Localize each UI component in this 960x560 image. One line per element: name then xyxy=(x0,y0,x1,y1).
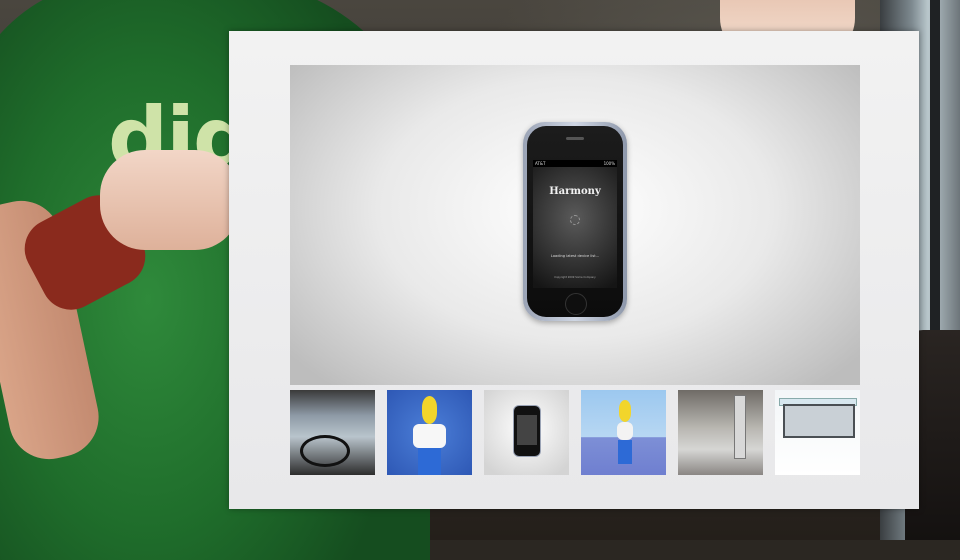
battery: 100% xyxy=(603,161,615,166)
main-preview: AT&T 100% Harmony Loading latest device … xyxy=(290,65,860,385)
footer-text: Copyright 2009 Some Company xyxy=(554,276,596,279)
left-hand xyxy=(100,150,240,250)
steering-wheel-icon xyxy=(300,435,350,467)
thumbnail-house[interactable] xyxy=(775,390,860,475)
iphone-screen: AT&T 100% Harmony Loading latest device … xyxy=(533,160,617,288)
home-button xyxy=(565,293,587,315)
mini-phone-icon xyxy=(513,405,541,457)
thumbnail-strip xyxy=(290,390,860,475)
thumbnail-walking-character[interactable] xyxy=(581,390,666,475)
mini-phone-screen xyxy=(517,415,537,445)
walker-pants xyxy=(618,440,632,464)
thumbnail-character[interactable] xyxy=(387,390,472,475)
iphone-body: AT&T 100% Harmony Loading latest device … xyxy=(527,126,623,317)
character-shirt xyxy=(413,424,446,448)
walker-shirt xyxy=(617,422,633,440)
thumbnail-rocket[interactable] xyxy=(678,390,763,475)
speaker xyxy=(566,137,584,140)
thumbnail-iphone[interactable] xyxy=(484,390,569,475)
walker-head xyxy=(619,400,631,422)
house-model-icon xyxy=(783,404,855,438)
loading-spinner-icon xyxy=(570,215,580,225)
character-head xyxy=(422,396,437,424)
character-pants xyxy=(418,448,441,475)
app-title: Harmony xyxy=(549,186,601,197)
thumbnail-car[interactable] xyxy=(290,390,375,475)
carrier: AT&T xyxy=(535,161,546,166)
status-bar: AT&T 100% xyxy=(533,160,617,167)
rocket-icon xyxy=(734,395,746,459)
iphone: AT&T 100% Harmony Loading latest device … xyxy=(523,122,627,321)
loading-text: Loading latest device list... xyxy=(550,254,600,258)
